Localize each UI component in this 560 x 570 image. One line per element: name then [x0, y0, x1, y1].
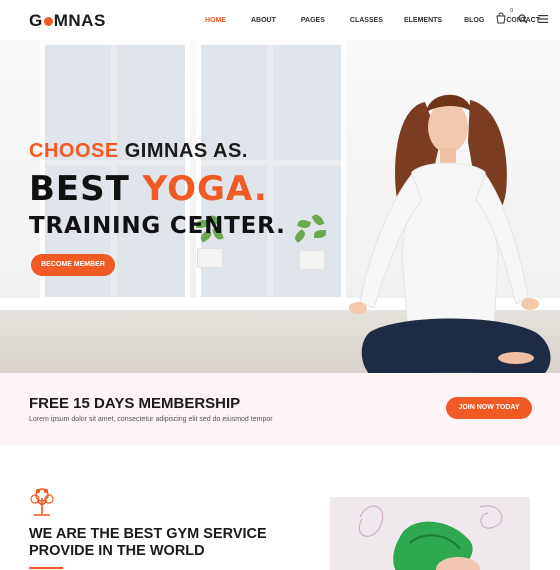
nav-item-about[interactable]: ABOUT — [251, 17, 276, 24]
header-icons: 0 — [496, 8, 548, 26]
menu-icon[interactable] — [538, 15, 548, 23]
yoga-woman-image — [349, 94, 551, 373]
nav-item-classes[interactable]: CLASSES — [350, 17, 383, 24]
about-title-line-2: PROVIDE IN THE WORLD — [29, 543, 205, 559]
cart-count-badge: 0 — [510, 8, 513, 14]
hero-heading: CHOOSE GIMNAS AS. BEST YOGA. TRAINING CE… — [29, 140, 286, 239]
nav-item-blog[interactable]: BLOG — [464, 17, 484, 24]
hero-line-3: TRAINING CENTER. — [29, 213, 286, 239]
hero-line-2-accent: YOGA. — [142, 169, 268, 209]
about-title-underline — [29, 567, 63, 569]
nav-item-elements[interactable]: ELEMENTS — [404, 17, 442, 24]
offer-description: Lorem ipsum dolor sit amet, consectetur … — [29, 416, 273, 423]
hero-line-1-accent: CHOOSE — [29, 140, 119, 162]
about-section: WE ARE THE BEST GYM SERVICE PROVIDE IN T… — [0, 446, 560, 570]
search-icon[interactable] — [518, 14, 528, 24]
hero-banner: CHOOSE GIMNAS AS. BEST YOGA. TRAINING CE… — [0, 40, 560, 373]
main-nav: HOME ABOUT PAGES CLASSES ELEMENTS BLOG C… — [205, 0, 540, 40]
about-image — [330, 497, 530, 570]
nav-item-home[interactable]: HOME — [205, 17, 226, 24]
plant-right-image — [290, 212, 334, 270]
hero-line-1-rest: GIMNAS AS. — [118, 140, 248, 162]
become-member-button[interactable]: BECOME MEMBER — [31, 254, 115, 276]
site-logo[interactable]: G MNAS — [29, 11, 106, 31]
nav-item-pages[interactable]: PAGES — [301, 17, 325, 24]
offer-title: FREE 15 DAYS MEMBERSHIP — [29, 395, 241, 412]
logo-dot-icon — [43, 16, 53, 26]
tree-icon — [30, 488, 54, 516]
hero-line-2: BEST YOGA. — [29, 169, 286, 209]
cart-icon[interactable]: 0 — [496, 8, 513, 26]
join-now-button[interactable]: JOIN NOW TODAY — [446, 397, 532, 419]
about-title: WE ARE THE BEST GYM SERVICE PROVIDE IN T… — [29, 526, 267, 560]
hero-line-2-pre: BEST — [29, 169, 143, 209]
page: G MNAS HOME ABOUT PAGES CLASSES ELEMENTS … — [0, 0, 560, 570]
hero-line-1: CHOOSE GIMNAS AS. — [29, 140, 286, 163]
about-title-line-1: WE ARE THE BEST GYM SERVICE — [29, 526, 267, 542]
logo-text-end: MNAS — [53, 11, 106, 30]
membership-offer-bar: FREE 15 DAYS MEMBERSHIP Lorem ipsum dolo… — [0, 373, 560, 446]
site-header: G MNAS HOME ABOUT PAGES CLASSES ELEMENTS … — [0, 0, 560, 40]
logo-text-start: G — [29, 11, 43, 30]
